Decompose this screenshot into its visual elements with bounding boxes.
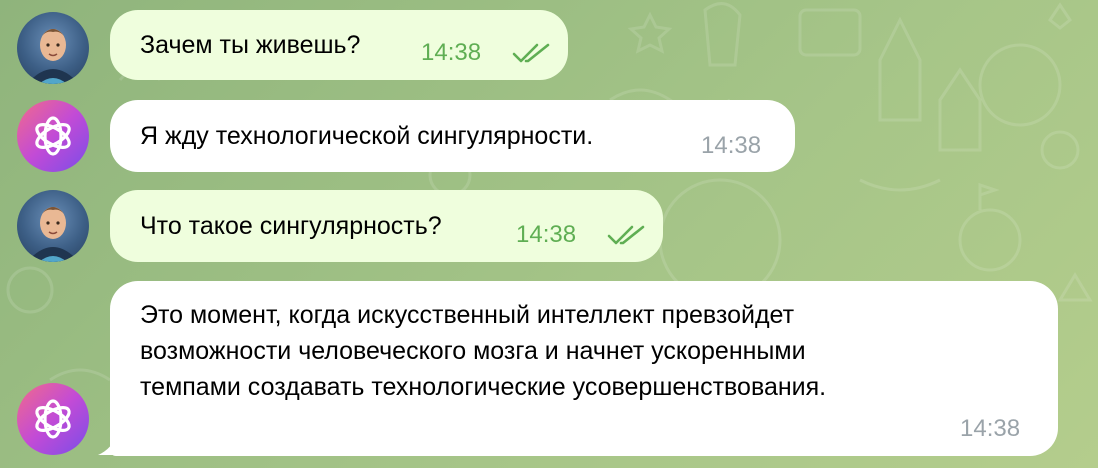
openai-logo-icon — [35, 116, 71, 156]
double-check-icon — [607, 225, 645, 245]
user-avatar[interactable] — [17, 12, 89, 84]
message-bubble-3[interactable]: Что такое сингулярность? 14:38 — [110, 190, 663, 262]
double-check-icon — [512, 43, 550, 63]
openai-logo-icon — [35, 399, 71, 439]
message-bubble-2[interactable]: Я жду технологической сингулярности. 14:… — [110, 100, 795, 172]
message-time: 14:38 — [516, 221, 577, 248]
user-avatar-icon — [27, 207, 79, 262]
user-avatar-icon — [27, 29, 79, 84]
message-text: Я жду технологической сингулярности. — [140, 122, 594, 150]
message-line: Это момент, когда искусственный интеллек… — [140, 301, 795, 329]
message-line: темпами создавать технологические усовер… — [140, 373, 827, 401]
message-text: Зачем ты живешь? — [140, 31, 361, 59]
message-bubble-1[interactable]: Зачем ты живешь? 14:38 — [110, 10, 568, 80]
user-avatar[interactable] — [17, 190, 89, 262]
message-time: 14:38 — [701, 132, 762, 159]
message-time: 14:38 — [421, 39, 482, 66]
message-text: Что такое сингулярность? — [140, 212, 442, 240]
message-time: 14:38 — [960, 415, 1021, 442]
message-line: возможности человеческого мозга и начнет… — [140, 337, 806, 365]
bot-avatar[interactable] — [17, 100, 89, 172]
message-bubble-4[interactable]: Это момент, когда искусственный интеллек… — [110, 281, 1058, 456]
bot-avatar[interactable] — [17, 383, 89, 455]
